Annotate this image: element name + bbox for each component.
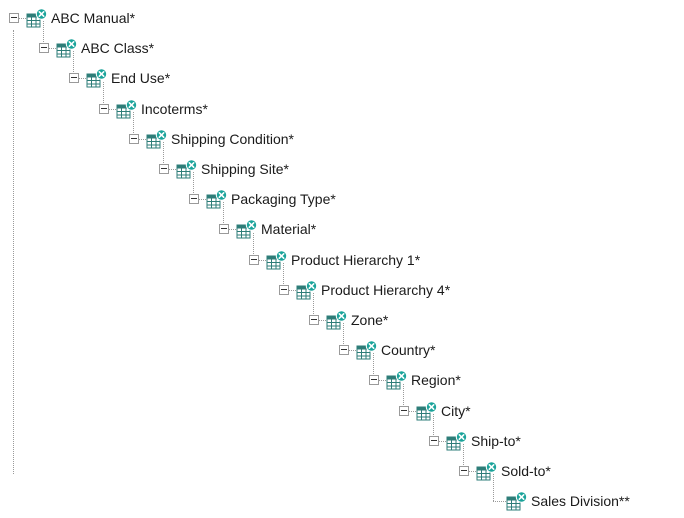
table-remove-icon (116, 99, 138, 121)
tree-connector-horizontal (469, 471, 476, 472)
collapse-toggle-icon[interactable] (39, 43, 49, 53)
tree-connector-horizontal (199, 199, 206, 200)
table-remove-icon (56, 38, 78, 60)
table-remove-icon (86, 68, 108, 90)
tree-connector-horizontal (169, 169, 176, 170)
tree-node[interactable]: Product Hierarchy 4* (279, 263, 684, 303)
table-remove-icon (506, 491, 528, 513)
hierarchy-tree: ABC Manual* ABC Class* End Use* Incoterms* S… (0, 0, 684, 511)
tree-node[interactable]: City* (399, 384, 684, 424)
table-remove-icon (146, 129, 168, 151)
tree-connector-horizontal (493, 501, 506, 502)
tree-connector-horizontal (229, 229, 236, 230)
table-remove-icon (296, 280, 318, 302)
tree-node[interactable]: Material* (219, 202, 684, 242)
collapse-toggle-icon[interactable] (159, 164, 169, 174)
tree-node[interactable]: Sales Division** (489, 474, 684, 514)
table-remove-icon (386, 370, 408, 392)
table-remove-icon (416, 401, 438, 423)
tree-node-label: Zone* (351, 312, 389, 328)
tree-node-label: Ship-to* (471, 433, 521, 449)
tree-root-connector (13, 30, 14, 474)
tree-node[interactable]: Product Hierarchy 1* (249, 233, 684, 273)
collapse-toggle-icon[interactable] (99, 104, 109, 114)
tree-node[interactable]: Ship-to* (429, 414, 684, 454)
tree-connector-horizontal (289, 290, 296, 291)
collapse-toggle-icon[interactable] (309, 315, 319, 325)
tree-node-label: Sales Division** (531, 493, 630, 509)
collapse-toggle-icon[interactable] (219, 224, 229, 234)
tree-node-label: Product Hierarchy 1* (291, 252, 421, 268)
tree-node-label: Shipping Condition* (171, 131, 294, 147)
tree-connector-horizontal (19, 18, 26, 19)
tree-node[interactable]: Country* (339, 323, 684, 363)
tree-node-label: Region* (411, 372, 461, 388)
tree-connector-horizontal (259, 260, 266, 261)
table-remove-icon (176, 159, 198, 181)
tree-node[interactable]: End Use* (69, 51, 684, 91)
tree-connector-horizontal (439, 441, 446, 442)
table-remove-icon (26, 8, 48, 30)
tree-node-label: Shipping Site* (201, 161, 289, 177)
collapse-toggle-icon[interactable] (429, 436, 439, 446)
tree-node[interactable]: Zone* (309, 293, 684, 333)
tree-connector-horizontal (49, 48, 56, 49)
tree-connector-horizontal (409, 411, 416, 412)
tree-connector-vertical (493, 474, 494, 501)
table-remove-icon (446, 431, 468, 453)
tree-connector-horizontal (379, 380, 386, 381)
tree-node[interactable]: Shipping Site* (159, 142, 684, 182)
tree-node[interactable]: Region* (369, 353, 684, 393)
table-remove-icon (266, 250, 288, 272)
table-remove-icon (476, 461, 498, 483)
tree-node[interactable]: Packaging Type* (189, 172, 684, 212)
collapse-toggle-icon[interactable] (189, 194, 199, 204)
tree-node[interactable]: Shipping Condition* (129, 112, 684, 152)
tree-node-label: ABC Class* (81, 40, 155, 56)
tree-node-label: City* (441, 403, 471, 419)
collapse-toggle-icon[interactable] (249, 255, 259, 265)
collapse-toggle-icon[interactable] (339, 345, 349, 355)
tree-connector-horizontal (349, 350, 356, 351)
tree-node-label: Incoterms* (141, 101, 208, 117)
tree-node[interactable]: ABC Manual* (9, 7, 684, 31)
tree-connector-horizontal (109, 109, 116, 110)
collapse-toggle-icon[interactable] (459, 466, 469, 476)
collapse-toggle-icon[interactable] (69, 73, 79, 83)
tree-connector-horizontal (79, 78, 86, 79)
tree-connector-horizontal (139, 139, 146, 140)
tree-node[interactable]: Incoterms* (99, 82, 684, 122)
tree-node-label: ABC Manual* (51, 10, 136, 26)
collapse-toggle-icon[interactable] (279, 285, 289, 295)
tree-node-label: Material* (261, 221, 317, 237)
tree-node-label: Product Hierarchy 4* (321, 282, 451, 298)
tree-node-label: Packaging Type* (231, 191, 336, 207)
table-remove-icon (206, 189, 228, 211)
tree-node-label: Country* (381, 342, 436, 358)
tree-connector-horizontal (319, 320, 326, 321)
collapse-toggle-icon[interactable] (129, 134, 139, 144)
table-remove-icon (236, 219, 258, 241)
tree-node[interactable]: ABC Class* (39, 21, 684, 61)
tree-node-label: Sold-to* (501, 463, 551, 479)
collapse-toggle-icon[interactable] (9, 13, 19, 23)
collapse-toggle-icon[interactable] (399, 406, 409, 416)
collapse-toggle-icon[interactable] (369, 375, 379, 385)
tree-node-label: End Use* (111, 70, 171, 86)
table-remove-icon (326, 310, 348, 332)
table-remove-icon (356, 340, 378, 362)
